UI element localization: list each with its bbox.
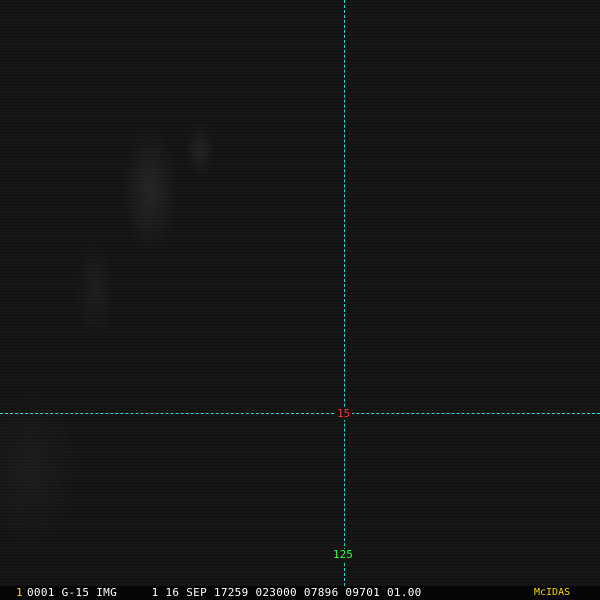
longitude-label: 125 xyxy=(331,548,355,561)
image-info-text: 0001 G-15 IMG 1 16 SEP 17259 023000 0789… xyxy=(27,586,422,599)
satellite-image xyxy=(0,0,600,586)
brand-label: McIDAS xyxy=(534,587,571,598)
status-bar: 1 0001 G-15 IMG 1 16 SEP 17259 023000 07… xyxy=(0,586,600,600)
mcidas-display: 15 125 1 0001 G-15 IMG 1 16 SEP 17259 02… xyxy=(0,0,600,600)
latitude-gridline xyxy=(0,413,600,414)
latitude-label: 15 xyxy=(335,407,353,420)
frame-number: 1 xyxy=(16,586,23,599)
longitude-gridline xyxy=(344,0,345,586)
